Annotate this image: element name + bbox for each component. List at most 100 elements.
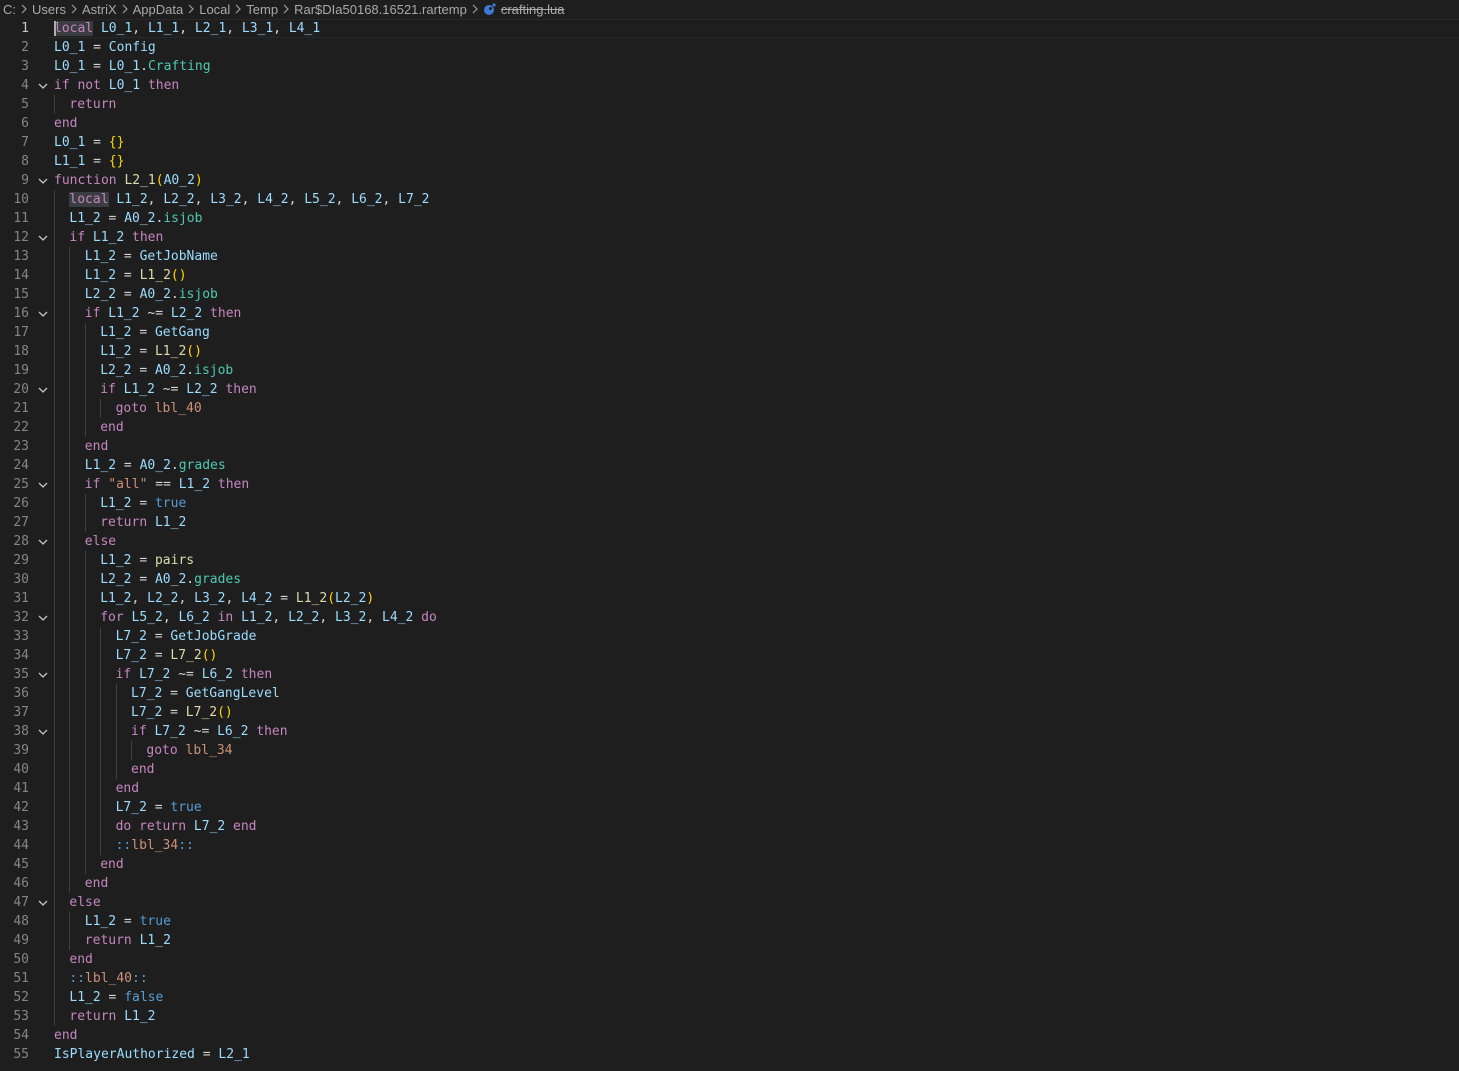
code-token: L6_2 (217, 724, 249, 739)
code-editor[interactable]: 1 local L0_1, L1_1, L2_1, L3_1, L4_1 2 L0_1… (0, 19, 1459, 1071)
indent-guide (69, 931, 71, 950)
code-line[interactable]: 47 else (0, 893, 1459, 912)
code-line[interactable]: 54 end (0, 1026, 1459, 1045)
fold-chevron-down-icon[interactable] (36, 380, 50, 399)
code-line[interactable]: 12 if L1_2 then (0, 228, 1459, 247)
breadcrumb-segment[interactable]: Rar$DIa50168.16521.rartemp (294, 2, 467, 17)
code-text: end (69, 950, 92, 969)
line-number: 46 (13, 876, 29, 891)
breadcrumb-segment[interactable]: Local (199, 2, 230, 17)
code-line[interactable]: 14 L1_2 = L1_2() (0, 266, 1459, 285)
code-line[interactable]: 39 goto lbl_34 (0, 741, 1459, 760)
indent-guide (69, 266, 71, 285)
code-line[interactable]: 23 end (0, 437, 1459, 456)
code-line[interactable]: 25 if "all" == L1_2 then (0, 475, 1459, 494)
code-token: end (69, 952, 93, 967)
fold-chevron-down-icon[interactable] (36, 76, 50, 95)
code-line[interactable]: 51::lbl_40:: (0, 969, 1459, 988)
code-line[interactable]: 50 end (0, 950, 1459, 969)
fold-chevron-down-icon[interactable] (36, 228, 50, 247)
code-token: . (170, 287, 179, 302)
breadcrumb-segment[interactable]: AppData (133, 2, 184, 17)
fold-chevron-down-icon[interactable] (36, 475, 50, 494)
line-number: 44 (13, 838, 29, 853)
fold-chevron-down-icon[interactable] (36, 532, 50, 551)
code-line[interactable]: 45 end (0, 855, 1459, 874)
breadcrumb-segment[interactable]: AstriX (82, 2, 117, 17)
code-line[interactable]: 27 return L1_2 (0, 513, 1459, 532)
code-line[interactable]: 3 L0_1 = L0_1.Crafting (0, 57, 1459, 76)
code-line[interactable]: 13 L1_2 = GetJobName (0, 247, 1459, 266)
fold-chevron-down-icon[interactable] (36, 608, 50, 627)
code-line[interactable]: 5 return (0, 95, 1459, 114)
code-line[interactable]: 8 L1_1 = {} (0, 152, 1459, 171)
code-line[interactable]: 24 L1_2 = A0_2.grades (0, 456, 1459, 475)
code-line[interactable]: 29 L1_2 = pairs (0, 551, 1459, 570)
code-line[interactable]: 21 goto lbl_40 (0, 399, 1459, 418)
code-line[interactable]: 31 L1_2, L2_2, L3_2, L4_2 = L1_2(L2_2) (0, 589, 1459, 608)
code-line[interactable]: 1 local L0_1, L1_1, L2_1, L3_1, L4_1 (0, 19, 1459, 38)
code-line[interactable]: 10 local L1_2, L2_2, L3_2, L4_2, L5_2, L6… (0, 190, 1459, 209)
code-line[interactable]: 42 L7_2 = true (0, 798, 1459, 817)
indent-guide (69, 741, 71, 760)
code-line[interactable]: 34 L7_2 = L7_2() (0, 646, 1459, 665)
code-line[interactable]: 26 L1_2 = true (0, 494, 1459, 513)
code-line[interactable]: 22 end (0, 418, 1459, 437)
code-token: A0_2 (163, 173, 195, 188)
code-line[interactable]: 53 return L1_2 (0, 1007, 1459, 1026)
code-line[interactable]: 48 L1_2 = true (0, 912, 1459, 931)
breadcrumb-segment[interactable]: Users (32, 2, 66, 17)
code-line[interactable]: 15 L2_2 = A0_2.isjob (0, 285, 1459, 304)
fold-chevron-down-icon[interactable] (36, 171, 50, 190)
code-token: L1_2 (100, 591, 132, 606)
code-line[interactable]: 6 end (0, 114, 1459, 133)
code-line[interactable]: 38 if L7_2 ~= L6_2 then (0, 722, 1459, 741)
code-line[interactable]: 18 L1_2 = L1_2() (0, 342, 1459, 361)
code-token: , (162, 610, 179, 625)
breadcrumb-segment[interactable]: Temp (246, 2, 278, 17)
code-line[interactable]: 32 for L5_2, L6_2 in L1_2, L2_2, L3_2, L4… (0, 608, 1459, 627)
code-line[interactable]: 28 else (0, 532, 1459, 551)
code-line[interactable]: 46 end (0, 874, 1459, 893)
indent-guide (69, 627, 71, 646)
code-line[interactable]: 2 L0_1 = Config (0, 38, 1459, 57)
code-line[interactable]: 16 if L1_2 ~= L2_2 then (0, 304, 1459, 323)
code-token: == (147, 477, 179, 492)
code-line[interactable]: 52 L1_2 = false (0, 988, 1459, 1007)
code-line[interactable]: 11 L1_2 = A0_2.isjob (0, 209, 1459, 228)
code-line[interactable]: 20 if L1_2 ~= L2_2 then (0, 380, 1459, 399)
code-token: = (116, 287, 140, 302)
code-token: if (115, 667, 132, 682)
fold-chevron-down-icon[interactable] (36, 722, 50, 741)
code-line[interactable]: 30 L2_2 = A0_2.grades (0, 570, 1459, 589)
indent-guide (54, 95, 55, 114)
code-token: , (226, 21, 242, 36)
code-line[interactable]: 35 if L7_2 ~= L6_2 then (0, 665, 1459, 684)
code-line[interactable]: 33 L7_2 = GetJobGrade (0, 627, 1459, 646)
code-line[interactable]: 9 function L2_1(A0_2) (0, 171, 1459, 190)
code-line[interactable]: 4 if not L0_1 then (0, 76, 1459, 95)
indent-guide (84, 741, 86, 760)
code-text: L7_2 = GetGangLevel (131, 684, 280, 703)
code-line[interactable]: 41 end (0, 779, 1459, 798)
code-token: L1_2 (295, 591, 328, 606)
fold-chevron-down-icon[interactable] (36, 893, 50, 912)
code-token: then (147, 78, 180, 93)
code-token: , (272, 610, 289, 625)
code-line[interactable]: 43 do return L7_2 end (0, 817, 1459, 836)
code-line[interactable]: 40 end (0, 760, 1459, 779)
code-line[interactable]: 7 L0_1 = {} (0, 133, 1459, 152)
fold-chevron-down-icon[interactable] (36, 665, 50, 684)
indent-guide (131, 741, 132, 760)
breadcrumb-segment[interactable]: C: (3, 2, 16, 17)
code-line[interactable]: 17 L1_2 = GetGang (0, 323, 1459, 342)
code-line[interactable]: 44::lbl_34:: (0, 836, 1459, 855)
code-line[interactable]: 36 L7_2 = GetGangLevel (0, 684, 1459, 703)
code-line[interactable]: 19 L2_2 = A0_2.isjob (0, 361, 1459, 380)
code-token: if (54, 78, 70, 93)
code-line[interactable]: 37 L7_2 = L7_2() (0, 703, 1459, 722)
breadcrumb-file-name[interactable]: crafting.lua (501, 2, 565, 17)
fold-chevron-down-icon[interactable] (36, 304, 50, 323)
code-line[interactable]: 49 return L1_2 (0, 931, 1459, 950)
code-line[interactable]: 55 IsPlayerAuthorized = L2_1 (0, 1045, 1459, 1064)
